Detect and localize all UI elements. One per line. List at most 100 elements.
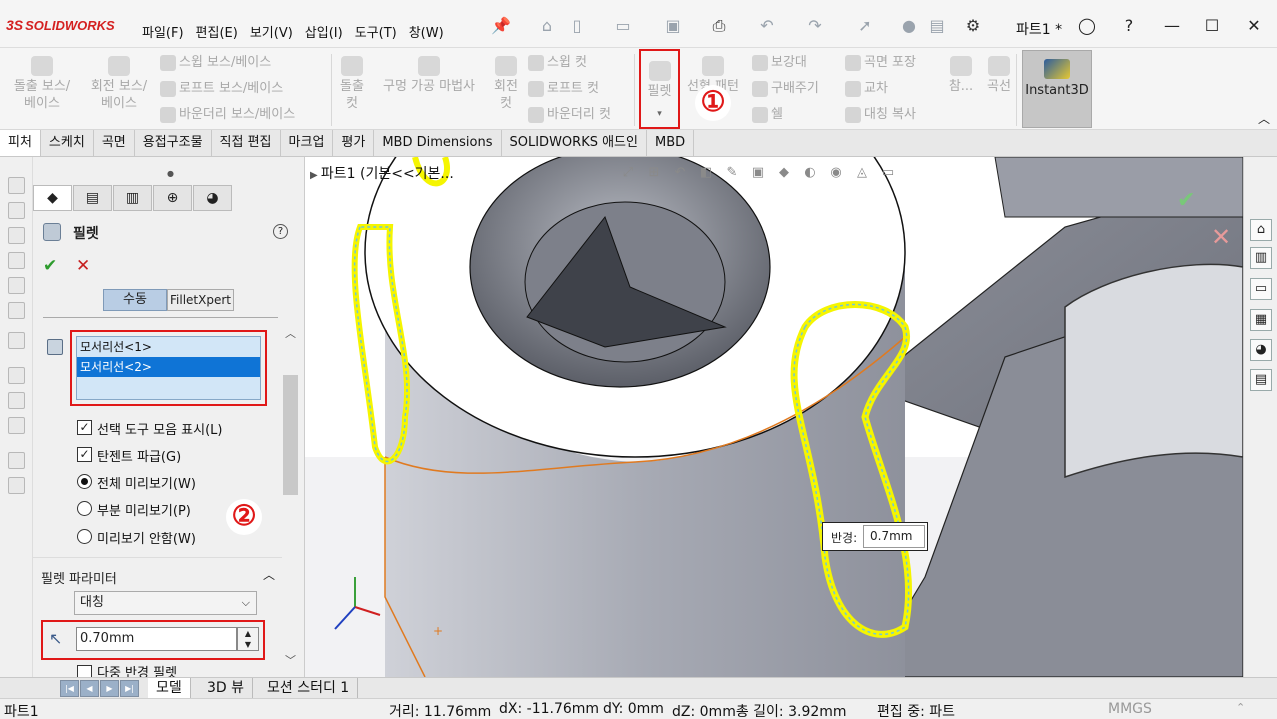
tool-icon[interactable] (8, 277, 25, 294)
view-orientation-icon[interactable]: ▣ (748, 165, 768, 183)
open-folder-icon[interactable]: ▭ (612, 15, 634, 37)
tab-sketch[interactable]: 스케치 (40, 130, 94, 156)
tool-icon[interactable] (8, 252, 25, 269)
wrap-button[interactable]: 곡면 포장 (845, 54, 916, 71)
instant3d-button[interactable]: Instant3D (1022, 50, 1092, 128)
hide-show-items-icon[interactable]: ◐ (800, 165, 820, 183)
profile-type-select[interactable]: 대칭 ⌵ (74, 591, 257, 615)
account-icon[interactable]: ◯ (1075, 14, 1099, 38)
tool-icon[interactable] (8, 367, 25, 384)
undo-icon[interactable]: ↶ (756, 15, 778, 37)
no-preview-radio[interactable] (77, 529, 92, 544)
first-tab-icon[interactable]: |◀ (60, 680, 79, 697)
print-icon[interactable]: ⎙ (708, 15, 730, 37)
cancel-button[interactable]: ✕ (76, 256, 90, 276)
custom-properties-icon[interactable]: ▤ (1250, 369, 1272, 391)
units-up-arrow-icon[interactable]: ⌃ (1236, 701, 1245, 714)
pin-icon[interactable]: 📌 (490, 15, 512, 37)
collapse-ribbon-icon[interactable]: ︿ (1258, 110, 1270, 127)
scroll-down-icon[interactable]: ﹀ (285, 652, 296, 668)
fillet-button[interactable]: 필렛 ▾ (639, 49, 680, 129)
edge-list-item-selected[interactable]: 모서리선<2> (77, 357, 260, 377)
help-icon[interactable]: ? (1117, 14, 1141, 38)
tab-solidworks-addins[interactable]: SOLIDWORKS 애드인 (501, 130, 647, 156)
display-style-icon[interactable]: ◆ (774, 165, 794, 183)
tool-icon[interactable] (8, 177, 25, 194)
save-icon[interactable]: ▣ (662, 15, 684, 37)
shell-button[interactable]: 쉘 (752, 106, 783, 123)
close-icon[interactable]: ✕ (1242, 14, 1266, 38)
view-settings-icon[interactable]: ▭ (878, 165, 898, 183)
boundary-boss-button[interactable]: 바운더리 보스/베이스 (160, 106, 295, 123)
loft-cut-button[interactable]: 로프트 컷 (528, 80, 599, 97)
tab-3d-view[interactable]: 3D 뷰 (199, 678, 254, 699)
intersect-button[interactable]: 교차 (845, 80, 888, 97)
property-manager-tab-icon[interactable]: ▤ (73, 185, 112, 211)
minimize-icon[interactable]: — (1160, 14, 1184, 38)
tool-icon[interactable] (8, 227, 25, 244)
tool-icon[interactable] (8, 417, 25, 434)
radius-spinner[interactable]: ▲ ▼ (237, 627, 259, 651)
tool-icon[interactable] (8, 392, 25, 409)
rebuild-icon[interactable]: ● (898, 15, 920, 37)
file-properties-icon[interactable]: ▤ (926, 15, 948, 37)
dimxpert-tab-icon[interactable]: ⊕ (153, 185, 192, 211)
tab-mbd-dimensions[interactable]: MBD Dimensions (374, 130, 502, 156)
scrollbar-thumb[interactable] (283, 375, 298, 495)
dynamic-annotation-icon[interactable]: ✎ (722, 165, 742, 183)
tab-direct-editing[interactable]: 직접 편집 (211, 130, 281, 156)
edge-list-item[interactable]: 모서리선<1> (77, 337, 260, 357)
tab-surfaces[interactable]: 곡면 (93, 130, 135, 156)
menu-view[interactable]: 보기(V) (244, 22, 299, 41)
design-library-icon[interactable]: ▥ (1250, 247, 1272, 269)
previous-tab-icon[interactable]: ◀ (80, 680, 99, 697)
last-tab-icon[interactable]: ▶| (120, 680, 139, 697)
section-view-icon[interactable]: ◧ (696, 165, 716, 183)
tab-features[interactable]: 피처 (0, 130, 41, 156)
new-document-icon[interactable]: ▯ (566, 15, 588, 37)
appearances-icon[interactable]: ◕ (1250, 339, 1272, 361)
feature-tree-flyout[interactable]: ▶ 파트1 (기본<<기본... (310, 163, 454, 183)
help-icon[interactable]: ? (273, 224, 288, 239)
tab-motion-study[interactable]: 모션 스터디 1 (259, 678, 359, 699)
filletxpert-mode-button[interactable]: FilletXpert (167, 289, 234, 311)
revolve-cut-button[interactable]: 회전 컷 (489, 56, 523, 112)
panel-grip[interactable]: ● (167, 169, 174, 178)
radius-input[interactable]: 0.70mm (76, 627, 237, 651)
fillet-dropdown-chevron-icon[interactable]: ▾ (641, 106, 678, 123)
partial-preview-radio[interactable] (77, 501, 92, 516)
solidworks-logo[interactable]: 3S SOLIDWORKS (6, 17, 115, 33)
zoom-to-fit-icon[interactable]: ⤢ (618, 165, 638, 183)
menu-window[interactable]: 창(W) (403, 22, 450, 41)
options-gear-icon[interactable]: ⚙ (962, 15, 984, 37)
menu-edit[interactable]: 편집(E) (190, 22, 244, 41)
menu-tools[interactable]: 도구(T) (349, 22, 403, 41)
feature-manager-tab-icon[interactable]: ◆ (33, 185, 72, 211)
revolve-boss-button[interactable]: 회전 보스/베이스 (86, 56, 152, 112)
sweep-cut-button[interactable]: 스윕 컷 (528, 54, 587, 71)
display-manager-tab-icon[interactable]: ◕ (193, 185, 232, 211)
radius-callout-input[interactable]: 0.7mm (863, 525, 925, 548)
show-toolbar-checkbox[interactable]: ✓ (77, 420, 92, 435)
extrude-cut-button[interactable]: 돌출 컷 (335, 56, 369, 112)
menu-file[interactable]: 파일(F) (136, 22, 190, 41)
full-preview-radio[interactable] (77, 474, 92, 489)
manual-mode-button[interactable]: 수동 (103, 289, 167, 311)
hole-wizard-button[interactable]: 구멍 가공 마법사 (373, 56, 485, 95)
draft-button[interactable]: 구배주기 (752, 80, 819, 97)
sweep-boss-button[interactable]: 스윕 보스/베이스 (160, 54, 271, 71)
tab-model[interactable]: 모델 (148, 678, 191, 699)
tool-icon[interactable] (8, 202, 25, 219)
extrude-boss-button[interactable]: 돌출 보스/베이스 (10, 56, 74, 112)
home-icon[interactable]: ⌂ (1250, 219, 1272, 241)
tool-icon[interactable] (8, 452, 25, 469)
home-icon[interactable]: ⌂ (536, 15, 558, 37)
next-tab-icon[interactable]: ▶ (100, 680, 119, 697)
tab-mbd[interactable]: MBD (646, 130, 695, 156)
loft-boss-button[interactable]: 로프트 보스/베이스 (160, 80, 283, 97)
mirror-button[interactable]: 대칭 복사 (845, 106, 916, 123)
graphics-area[interactable]: + ✔ ✕ (305, 157, 1243, 677)
tab-markup[interactable]: 마크업 (280, 130, 334, 156)
edge-selection-list[interactable]: 모서리선<1> 모서리선<2> (76, 336, 261, 400)
apply-scene-icon[interactable]: ◬ (852, 165, 872, 183)
